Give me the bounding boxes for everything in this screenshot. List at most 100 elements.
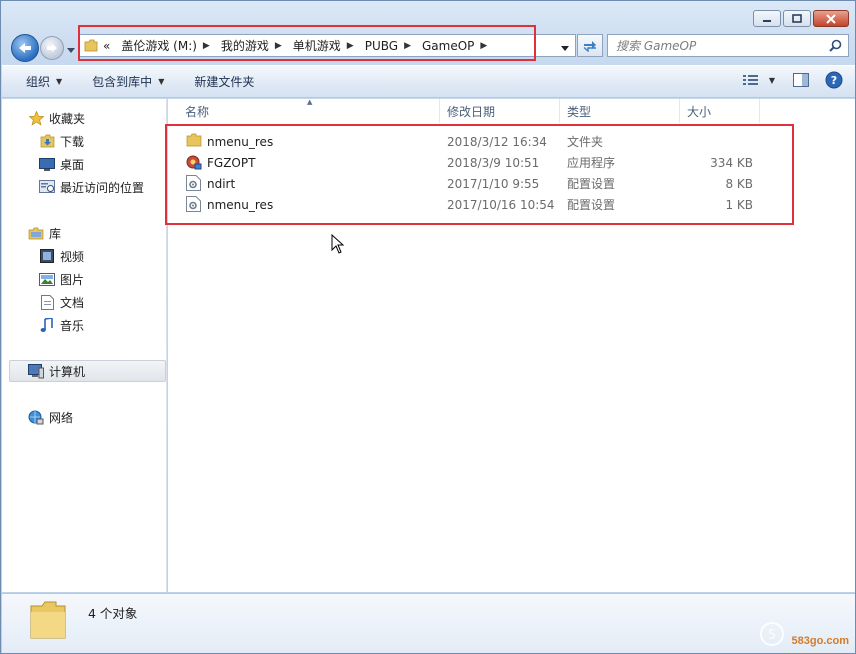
mouse-cursor-icon <box>331 234 345 254</box>
file-size: 1 KB <box>725 197 753 212</box>
breadcrumb-item[interactable]: 单机游戏 ▶ <box>288 35 360 56</box>
column-header-size[interactable]: 大小 <box>680 99 760 123</box>
nav-network[interactable]: 网络 <box>28 407 73 427</box>
column-header-label: 类型 <box>567 104 592 119</box>
column-header-type[interactable]: 类型 <box>560 99 680 123</box>
breadcrumb-label: 单机游戏 <box>292 39 341 53</box>
nav-item-desktop[interactable]: 桌面 <box>39 154 84 174</box>
nav-item-label: 视频 <box>60 249 85 264</box>
breadcrumb-arrow-icon[interactable]: ▶ <box>347 41 354 51</box>
file-size: 334 KB <box>710 155 753 170</box>
breadcrumb-arrow-icon[interactable]: ▶ <box>404 41 411 51</box>
organize-label: 组织 <box>26 75 51 89</box>
nav-computer[interactable]: 计算机 <box>9 360 166 382</box>
file-list-pane: ▲ 名称 修改日期 类型 大小 nmenu_res 2018/3/12 16:3… <box>168 98 855 592</box>
application-icon <box>186 154 202 173</box>
column-header-label: 修改日期 <box>447 104 496 119</box>
new-folder-button[interactable]: 新建文件夹 <box>186 70 262 94</box>
minimize-icon <box>763 19 771 22</box>
folder-icon <box>84 39 98 52</box>
nav-item-downloads[interactable]: 下载 <box>39 131 84 151</box>
breadcrumb-item[interactable]: 我的游戏 ▶ <box>216 35 288 56</box>
toolbar-right: ▼ ? <box>742 71 843 89</box>
breadcrumb-label: GameOP <box>421 38 475 53</box>
maximize-button[interactable] <box>783 10 811 27</box>
nav-computer-label: 计算机 <box>49 364 86 379</box>
minimize-button[interactable] <box>753 10 781 27</box>
breadcrumb-item[interactable]: 盖伦游戏 (M:) ▶ <box>116 35 216 56</box>
chevron-down-icon <box>67 48 75 53</box>
nav-libraries-label: 库 <box>49 226 62 241</box>
file-modified: 2017/10/16 10:54 <box>447 197 555 212</box>
folder-icon <box>30 601 66 639</box>
nav-favorites[interactable]: 收藏夹 <box>28 108 85 128</box>
organize-button[interactable]: 组织 ▼ <box>18 70 70 94</box>
nav-item-music[interactable]: 音乐 <box>39 315 84 335</box>
breadcrumb-arrow-icon[interactable]: ▶ <box>203 41 210 51</box>
column-header-label: 名称 <box>185 104 210 119</box>
file-type: 应用程序 <box>567 156 616 170</box>
nav-item-label: 图片 <box>60 272 85 287</box>
chevron-down-icon: ▼ <box>768 75 775 85</box>
address-bar[interactable]: « 盖伦游戏 (M:) ▶ 我的游戏 ▶ 单机游戏 ▶ PUBG ▶ GameOP ▶ <box>78 34 576 57</box>
star-icon <box>28 110 44 126</box>
nav-item-documents[interactable]: 文档 <box>39 292 84 312</box>
nav-item-label: 下载 <box>60 134 85 149</box>
file-row[interactable]: FGZOPT 2018/3/9 10:51 应用程序 334 KB <box>168 152 768 173</box>
nav-item-videos[interactable]: 视频 <box>39 246 84 266</box>
nav-network-label: 网络 <box>49 410 74 425</box>
include-in-library-label: 包含到库中 <box>92 75 153 89</box>
preview-pane-button[interactable] <box>793 73 809 87</box>
file-row[interactable]: ndirt 2017/1/10 9:55 配置设置 8 KB <box>168 173 768 194</box>
forward-button[interactable] <box>40 36 64 60</box>
video-icon <box>39 248 55 264</box>
maximize-icon <box>792 14 802 23</box>
back-button[interactable] <box>11 34 39 62</box>
nav-item-label: 文档 <box>60 295 85 310</box>
address-history-dropdown[interactable] <box>561 41 569 55</box>
details-view-icon <box>742 75 758 85</box>
computer-icon <box>28 363 44 379</box>
nav-item-recent-places[interactable]: 最近访问的位置 <box>39 177 144 197</box>
close-button[interactable] <box>813 10 849 27</box>
recent-pages-dropdown[interactable] <box>67 43 75 57</box>
nav-item-label: 音乐 <box>60 318 85 333</box>
file-type: 配置设置 <box>567 198 616 212</box>
search-icon[interactable] <box>829 39 842 52</box>
include-in-library-button[interactable]: 包含到库中 ▼ <box>84 70 172 94</box>
watermark-logo-icon: 5 <box>760 622 784 646</box>
breadcrumb-arrow-icon[interactable]: ▶ <box>275 41 282 51</box>
column-header-name[interactable]: 名称 <box>168 99 440 123</box>
column-header-label: 大小 <box>687 104 712 119</box>
file-row[interactable]: nmenu_res 2017/10/16 10:54 配置设置 1 KB <box>168 194 768 215</box>
file-type: 配置设置 <box>567 177 616 191</box>
column-header-modified[interactable]: 修改日期 <box>440 99 560 123</box>
file-name: FGZOPT <box>207 155 256 170</box>
nav-item-pictures[interactable]: 图片 <box>39 269 84 289</box>
search-input[interactable] <box>608 35 829 56</box>
downloads-folder-icon <box>39 133 55 149</box>
chevron-down-icon: ▼ <box>158 77 165 86</box>
file-name: nmenu_res <box>207 197 274 212</box>
help-button[interactable]: ? <box>825 71 843 89</box>
file-size: 8 KB <box>725 176 753 191</box>
refresh-button[interactable] <box>577 34 603 57</box>
music-icon <box>39 317 55 333</box>
navigation-pane: 收藏夹 下载 桌面 最近访问的位置 库 视频 图片 文档 音乐 计算机 网络 <box>2 99 167 592</box>
breadcrumb-item[interactable]: PUBG ▶ <box>360 35 417 56</box>
network-icon <box>28 409 44 425</box>
search-box[interactable] <box>607 34 849 57</box>
chevron-down-icon: ▼ <box>56 77 63 86</box>
picture-icon <box>39 271 55 287</box>
file-modified: 2017/1/10 9:55 <box>447 176 540 191</box>
help-icon: ? <box>825 71 843 89</box>
view-options-button[interactable]: ▼ <box>742 74 775 86</box>
breadcrumb-overflow[interactable]: « <box>98 35 116 56</box>
file-modified: 2018/3/9 10:51 <box>447 155 540 170</box>
watermark-text: 583go.com <box>791 635 849 647</box>
file-row[interactable]: nmenu_res 2018/3/12 16:34 文件夹 <box>168 131 768 152</box>
breadcrumb-arrow-icon[interactable]: ▶ <box>480 41 487 51</box>
breadcrumb-item[interactable]: GameOP ▶ <box>417 35 493 56</box>
nav-libraries[interactable]: 库 <box>28 223 61 243</box>
item-count-text: 4 个对象 <box>88 606 138 621</box>
